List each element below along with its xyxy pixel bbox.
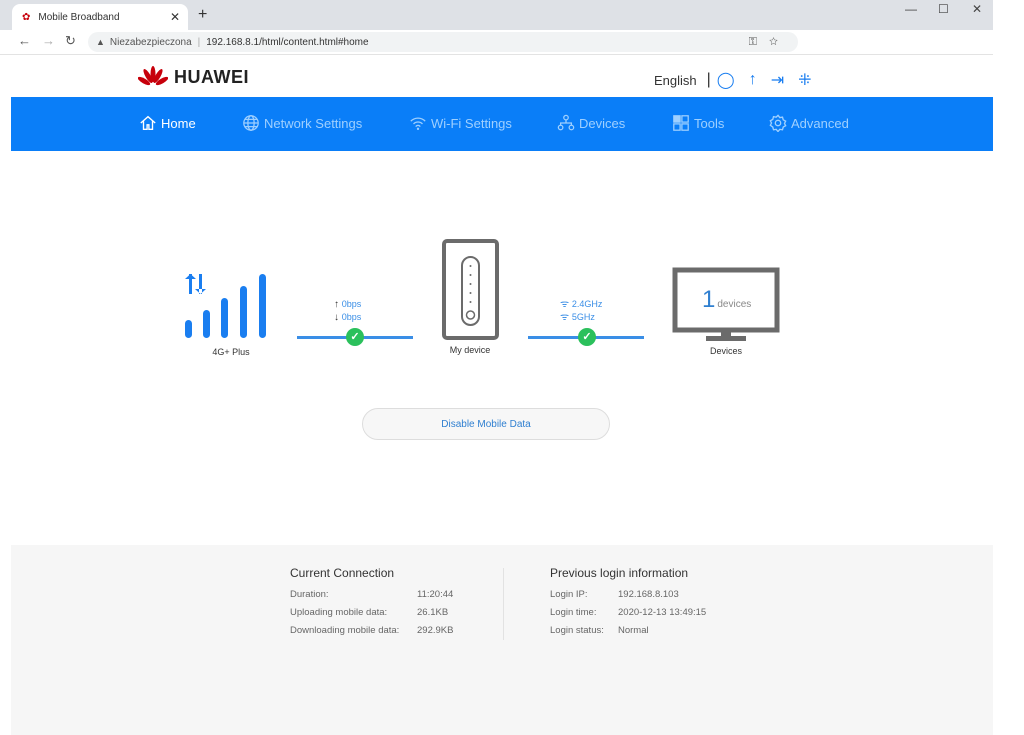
upload-arrow-icon: ↑ — [334, 299, 339, 310]
login-ip-value: 192.168.8.103 — [618, 589, 679, 600]
duration-label: Duration: — [290, 589, 329, 600]
connected-check-icon: ✓ — [346, 328, 364, 346]
nav-wifi-settings[interactable]: Wi-Fi Settings — [409, 114, 512, 132]
home-icon — [140, 115, 156, 130]
devices-label: Devices — [709, 346, 742, 356]
wifi-icon: ᯤ — [560, 299, 570, 310]
nav-advanced[interactable]: Advanced — [769, 114, 849, 132]
signal-strength-icon — [185, 274, 266, 338]
download-arrow-icon: ↓ — [334, 312, 339, 323]
new-tab-button[interactable]: + — [198, 6, 207, 24]
language-selector[interactable]: English — [654, 73, 697, 88]
divider — [503, 568, 504, 640]
nav-label: Devices — [579, 115, 626, 131]
nav-tools[interactable]: Tools — [672, 114, 724, 132]
login-time-label: Login time: — [550, 607, 597, 618]
maximize-button[interactable]: ☐ — [938, 2, 949, 16]
nav-label: Advanced — [791, 115, 849, 131]
message-icon[interactable]: ◯ — [717, 70, 735, 90]
globe-icon — [243, 115, 259, 131]
bookmark-star-icon[interactable]: ☆ — [769, 36, 790, 48]
download-data-label: Downloading mobile data: — [290, 625, 400, 636]
upload-rate: 0bps — [341, 299, 362, 309]
nav-home[interactable]: Home — [139, 114, 196, 132]
gear-icon — [769, 114, 787, 132]
login-status-label: Login status: — [550, 625, 604, 636]
upload-data-label: Uploading mobile data: — [290, 607, 388, 618]
update-arrow-icon[interactable]: ↑ — [749, 71, 757, 89]
wifi-icon: ᯤ — [560, 312, 570, 323]
close-tab-icon[interactable]: ✕ — [170, 10, 180, 24]
download-rate: 0bps — [341, 312, 362, 322]
nav-label: Network Settings — [264, 115, 363, 131]
network-type-label: 4G+ Plus — [212, 347, 250, 357]
nav-network-settings[interactable]: Network Settings — [242, 114, 362, 132]
login-ip-label: Login IP: — [550, 589, 588, 600]
huawei-petals-icon — [138, 66, 168, 86]
login-status-value: Normal — [618, 625, 649, 636]
data-rates: ↑ 0bps ↓ 0bps — [334, 298, 361, 324]
huawei-favicon-icon: ✿ — [22, 11, 31, 23]
duration-value: 11:20:44 — [417, 589, 454, 600]
login-time-value: 2020-12-13 13:49:15 — [618, 607, 707, 618]
nav-label: Home — [161, 115, 196, 131]
devices-icon — [557, 114, 575, 131]
reload-icon[interactable]: ↻ — [65, 33, 76, 49]
device-count-unit: devices — [717, 299, 752, 310]
my-device-label: My device — [449, 345, 491, 355]
disable-mobile-data-button[interactable]: Disable Mobile Data — [362, 408, 610, 440]
logout-icon[interactable]: ⇥ — [771, 70, 784, 90]
huawei-logo[interactable]: HUAWEI — [138, 66, 249, 88]
close-window-button[interactable]: ✕ — [972, 2, 982, 16]
wifi-icon — [410, 117, 426, 131]
loading-spinner-icon: ⁜ — [798, 72, 812, 89]
footer-info-panel — [11, 545, 993, 735]
key-icon[interactable]: ⚿ — [749, 36, 769, 48]
browser-tab[interactable]: ✿ Mobile Broadband ✕ — [12, 4, 188, 30]
nav-label: Wi-Fi Settings — [431, 115, 512, 131]
current-connection-title: Current Connection — [290, 566, 395, 580]
divider: | — [706, 71, 711, 88]
upload-data-value: 26.1KB — [417, 607, 449, 618]
url-text: 192.168.8.1/html/content.html#home — [206, 36, 369, 48]
connected-devices-count[interactable]: 1 devices — [702, 286, 751, 314]
warning-icon: ▲ — [96, 37, 105, 47]
brand-name: HUAWEI — [174, 66, 249, 87]
nav-label: Tools — [694, 115, 725, 131]
wifi-5-band: 5GHz — [571, 312, 595, 322]
previous-login-title: Previous login information — [550, 566, 689, 580]
tools-icon — [673, 115, 689, 131]
router-device-icon — [442, 239, 499, 340]
back-icon[interactable]: ← — [18, 33, 31, 48]
tab-title: Mobile Broadband — [38, 11, 120, 23]
download-data-value: 292.9KB — [417, 625, 454, 636]
minimize-button[interactable]: — — [905, 2, 917, 16]
device-count: 1 — [702, 286, 716, 313]
security-label: Niezabezpieczona — [109, 36, 192, 48]
url-input[interactable]: ▲ Niezabezpieczona | 192.168.8.1/html/co… — [88, 32, 798, 52]
wifi-bands: ᯤ 2.4GHz ᯤ 5GHz — [560, 298, 602, 324]
forward-icon[interactable]: → — [42, 33, 55, 48]
nav-devices[interactable]: Devices — [557, 114, 625, 132]
main-nav: Home Network Settings Wi-Fi Settings Dev… — [11, 97, 993, 151]
wifi-24-band: 2.4GHz — [571, 299, 603, 309]
connected-check-icon: ✓ — [578, 328, 596, 346]
